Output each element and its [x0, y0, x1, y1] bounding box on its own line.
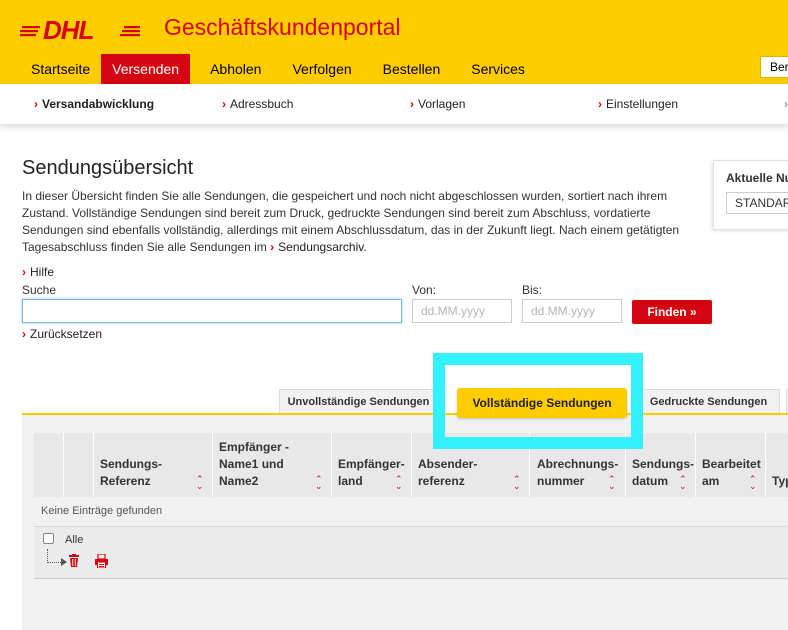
table-actions-row	[34, 527, 788, 579]
sort-icon[interactable]: ⌃ ⌄	[679, 475, 687, 491]
from-date-input[interactable]	[412, 299, 512, 323]
tab-services[interactable]: Services	[460, 54, 536, 84]
panel-select[interactable]: STANDAR	[726, 192, 788, 214]
column-divider	[765, 433, 766, 497]
to-date-label: Bis:	[522, 283, 543, 297]
tab-abholen[interactable]: Abholen	[199, 54, 272, 84]
intro-text: In dieser Übersicht finden Sie alle Send…	[22, 189, 680, 254]
column-divider	[93, 433, 94, 497]
trash-icon[interactable]	[68, 554, 80, 567]
to-date-input[interactable]	[522, 299, 622, 323]
subnav-item-vorlagen[interactable]: › Vorlagen	[410, 97, 465, 111]
chevron-right-icon: ›	[22, 265, 26, 279]
tab-unvollstaendige-sendungen[interactable]: Unvollständige Sendungen	[279, 389, 438, 413]
chevron-right-icon: ›	[34, 97, 38, 111]
double-chevron-icon: »	[689, 305, 697, 319]
chevron-right-icon: ›	[22, 327, 26, 341]
sort-icon[interactable]: ⌃ ⌄	[608, 475, 616, 491]
sort-icon[interactable]: ⌃ ⌄	[749, 475, 757, 491]
chevron-right-icon: ›	[784, 97, 788, 111]
chevron-right-icon: ›	[410, 97, 414, 111]
tab-versenden[interactable]: Versenden	[101, 54, 191, 84]
col-header-typ[interactable]: Typ	[772, 439, 788, 490]
column-divider	[529, 433, 530, 497]
chevron-right-icon: ›	[270, 240, 275, 254]
chevron-right-icon: ›	[598, 97, 602, 111]
main-nav: Startseite Versenden Abholen Verfolgen B…	[20, 54, 536, 84]
column-divider	[331, 433, 332, 497]
tab-gedruckte-sendungen[interactable]: Gedruckte Sendungen	[637, 389, 780, 413]
col-header-sendungs-referenz[interactable]: Sendungs- Referenz	[100, 439, 162, 490]
empty-table-row: Keine Einträge gefunden	[34, 497, 788, 527]
sub-nav: › Versandabwicklung › Adressbuch › Vorlagen…	[0, 84, 788, 124]
user-button[interactable]: Ber	[760, 56, 788, 78]
subnav-item-versandabwicklung[interactable]: › Versandabwicklung	[34, 97, 154, 111]
page-title: Sendungsübersicht	[22, 157, 194, 179]
col-header-empfaenger-name[interactable]: Empfänger - Name1 und Name2	[219, 439, 289, 490]
from-date-label: Von:	[412, 283, 437, 297]
print-icon[interactable]	[94, 554, 109, 568]
select-all-label: Alle	[65, 534, 84, 546]
col-header-abrechnungsnummer[interactable]: Abrechnungs- nummer	[537, 439, 618, 490]
sort-icon[interactable]: ⌃ ⌄	[395, 475, 403, 491]
dhl-logo[interactable]: DHL	[20, 17, 140, 43]
portal-title: Geschäftskundenportal	[164, 14, 401, 40]
column-divider	[212, 433, 213, 497]
tab-bestellen[interactable]: Bestellen	[372, 54, 452, 84]
sendungsarchiv-link[interactable]: › Sendungsarchiv	[270, 240, 363, 254]
tab-vollstaendige-sendungen[interactable]: Vollständige Sendungen	[457, 388, 627, 418]
search-label: Suche	[22, 283, 57, 297]
column-divider	[411, 433, 412, 497]
header: DHL Geschäftskundenportal Startseite Ver…	[0, 0, 788, 84]
sort-icon[interactable]: ⌃ ⌄	[513, 475, 521, 491]
subnav-item-adressbuch[interactable]: › Adressbuch	[222, 97, 293, 111]
tab-verfolgen[interactable]: Verfolgen	[281, 54, 362, 84]
chevron-right-icon: ›	[222, 97, 226, 111]
reset-link[interactable]: › Zurücksetzen	[22, 327, 102, 341]
select-all-checkbox[interactable]	[43, 533, 54, 544]
column-divider	[695, 433, 696, 497]
help-link[interactable]: › Hilfe	[22, 265, 54, 279]
col-header-absenderreferenz[interactable]: Absender- referenz	[418, 439, 477, 490]
search-input[interactable]	[22, 299, 402, 323]
column-divider	[63, 433, 64, 497]
arrow-right-icon	[61, 558, 67, 566]
tab-startseite[interactable]: Startseite	[20, 54, 101, 84]
subnav-item-einstellungen[interactable]: › Einstellungen	[598, 97, 678, 111]
sort-icon[interactable]: ⌃ ⌄	[315, 475, 323, 491]
current-number-panel: Aktuelle Nu STANDAR	[713, 160, 788, 230]
panel-title: Aktuelle Nu	[726, 171, 788, 185]
svg-text:DHL: DHL	[43, 17, 94, 43]
find-button[interactable]: Finden »	[632, 300, 712, 324]
column-divider	[625, 433, 626, 497]
sort-icon[interactable]: ⌃ ⌄	[196, 475, 204, 491]
